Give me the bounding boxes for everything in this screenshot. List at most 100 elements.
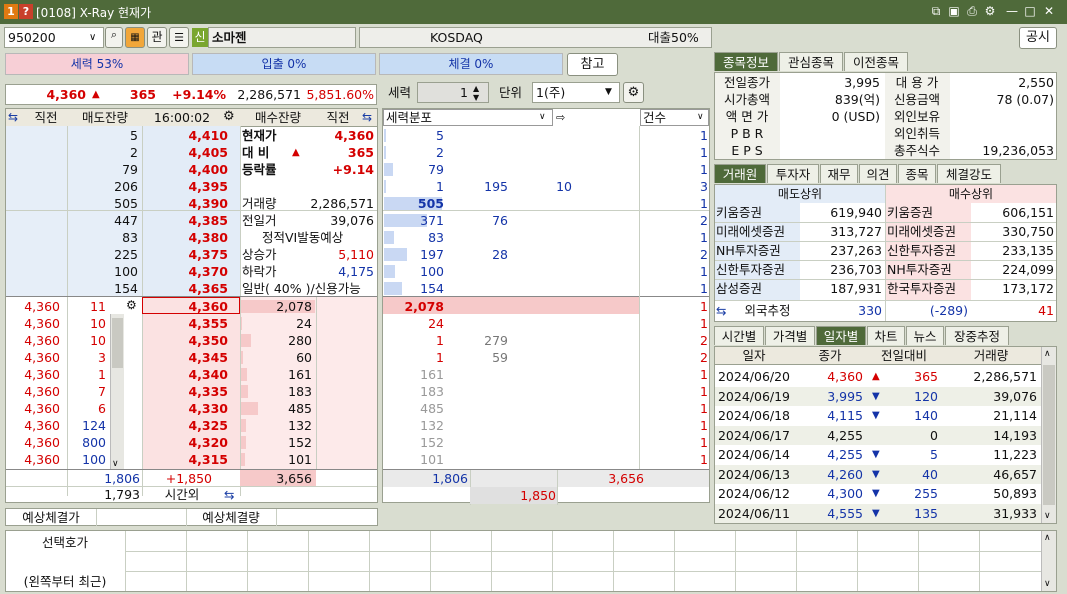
info-label: 전일종가 (723, 75, 770, 90)
dist-ask-a: 5 (436, 128, 444, 143)
tab-daily_tabs-2[interactable]: 일자별 (816, 326, 866, 345)
buy-volume: 330,750 (1002, 224, 1054, 239)
daily-scrollbar[interactable]: ∧ ∨ (1041, 347, 1056, 523)
stack-icon[interactable]: ☰ (169, 27, 189, 48)
dist-ask-c (520, 144, 572, 161)
dist-ask-n: 1 (700, 264, 708, 279)
notice-button[interactable]: 공시 (1019, 27, 1057, 49)
chevron-down-icon[interactable]: ∨ (89, 29, 96, 46)
tab-daily_tabs-0[interactable]: 시간별 (714, 326, 764, 345)
unit-select[interactable]: 1(주) ▼ (532, 82, 620, 103)
swap-icon[interactable]: ⇆ (8, 109, 18, 126)
tab-daily_tabs-4[interactable]: 뉴스 (906, 326, 944, 345)
ask-price: 4,405 (188, 145, 228, 160)
ask-remain: 154 (114, 281, 138, 296)
bid-price: 4,315 (188, 452, 228, 467)
print-icon[interactable]: ⎙ (964, 3, 980, 19)
ask-remain: 505 (114, 196, 138, 211)
dist-bid-b (450, 298, 508, 315)
info-value-2: 19,236,053 (982, 143, 1054, 158)
ask-price: 4,400 (188, 162, 228, 177)
buy-volume: 606,151 (1002, 205, 1054, 220)
dist-bid-a: 1 (436, 350, 444, 365)
tab-daily_tabs-1[interactable]: 가격별 (765, 326, 815, 345)
bid-qty: 124 (82, 418, 106, 433)
buy-top-header: 매수상위 (886, 185, 1056, 203)
info-value: 0 (USD) (831, 109, 880, 124)
move-right-icon[interactable]: ⇨ (556, 109, 565, 126)
close-icon[interactable]: ✕ (1041, 3, 1057, 19)
tab-broker_tabs-3[interactable]: 의견 (859, 164, 897, 183)
mid-label: 등락률 (242, 162, 277, 177)
bid-qty: 7 (98, 384, 106, 399)
minimize-icon[interactable]: — (1004, 3, 1020, 19)
seryeok-stepper[interactable]: 1 ▲ ▼ (417, 82, 489, 103)
seryeok-strip[interactable]: 세력 53% (5, 53, 189, 75)
daily-change: 135 (914, 505, 938, 521)
swap-icon[interactable]: ⇆ (716, 302, 726, 319)
settings-gear-icon[interactable]: ⚙ (982, 3, 998, 19)
dist-ask-a: 1 (436, 179, 444, 194)
maximize-icon[interactable]: □ (1022, 3, 1038, 19)
swap-icon[interactable]: ⇆ (224, 486, 234, 503)
ipchul-strip[interactable]: 입출 0% (192, 53, 376, 75)
mid-label: 거래량 (242, 196, 277, 211)
tab-broker_tabs-1[interactable]: 투자자 (767, 164, 819, 183)
swap-icon[interactable]: ⇆ (362, 109, 372, 126)
bottom-scrollbar[interactable]: ∧ ∨ (1041, 531, 1056, 591)
distribution-select[interactable]: 세력분포 ∨ (383, 109, 553, 126)
dist-bid-b: 279 (484, 333, 508, 348)
window-badge-help[interactable]: ? (19, 4, 33, 19)
dist-ask-n: 1 (700, 128, 708, 143)
link-icon[interactable]: ⧉ (928, 3, 944, 19)
bid-prev: 4,360 (24, 350, 60, 365)
gwan-button[interactable]: 관 (147, 27, 167, 48)
dist-bid-a: 152 (420, 435, 444, 450)
dist-ask-a: 371 (420, 213, 444, 228)
daily-date: 2024/06/11 (717, 505, 791, 521)
dist-ask-c (520, 246, 572, 263)
dist-bid-a: 101 (420, 452, 444, 467)
ref-button[interactable]: 참고 (567, 53, 618, 76)
tab-daily_tabs-3[interactable]: 차트 (867, 326, 905, 345)
tab-broker_tabs-5[interactable]: 체결강도 (937, 164, 1001, 183)
dist-ask-b: 28 (492, 247, 508, 262)
stock-code-input[interactable]: 950200 ∨ (4, 27, 104, 48)
mid-value: 365 (347, 145, 374, 160)
daily-close: 4,255 (827, 447, 863, 462)
buy-broker: 미래에셋증권 (887, 224, 957, 239)
chegyeol-strip[interactable]: 체결 0% (379, 53, 563, 75)
info-label: P B R (730, 126, 764, 141)
daily-date: 2024/06/20 (717, 369, 791, 384)
screenshot-icon[interactable]: ▣ (946, 3, 962, 19)
tab-info_tabs-0[interactable]: 종목정보 (714, 52, 778, 71)
dist-ask-n: 2 (700, 213, 708, 228)
gear-icon[interactable]: ⚙ (223, 108, 235, 125)
info-label: 액 면 가 (725, 109, 769, 124)
bid-remain: 2,078 (276, 299, 312, 314)
search-icon[interactable]: ⌕ (105, 27, 123, 48)
gear-icon[interactable]: ⚙ (623, 82, 644, 103)
count-select[interactable]: 건수 ∨ (640, 109, 709, 126)
dist-ask-n: 1 (700, 196, 708, 211)
dist-ask-a: 505 (417, 196, 444, 211)
tab-broker_tabs-0[interactable]: 거래원 (714, 164, 766, 183)
mid-value (300, 229, 374, 246)
tab-broker_tabs-4[interactable]: 종목 (898, 164, 936, 183)
tab-daily_tabs-5[interactable]: 장중추정 (945, 326, 1009, 345)
gear-icon[interactable]: ⚙ (126, 297, 137, 314)
bid-scrollbar[interactable]: ∨ (110, 314, 124, 469)
dist-ask-a: 2 (436, 145, 444, 160)
daily-change: 5 (930, 447, 938, 462)
calendar-icon[interactable]: ▦ (125, 27, 145, 48)
tab-broker_tabs-2[interactable]: 재무 (820, 164, 858, 183)
up-arrow-icon: ▲ (92, 89, 100, 100)
tab-info_tabs-2[interactable]: 이전종목 (844, 52, 908, 71)
dist-bid-n: 1 (700, 435, 708, 450)
tab-info_tabs-1[interactable]: 관심종목 (779, 52, 843, 71)
bid-price: 4,345 (188, 350, 228, 365)
mid-label: 상승가 (242, 247, 277, 262)
ask-price: 4,410 (188, 128, 228, 143)
dist-ask-b (450, 161, 508, 178)
daily-close: 4,260 (827, 466, 863, 482)
